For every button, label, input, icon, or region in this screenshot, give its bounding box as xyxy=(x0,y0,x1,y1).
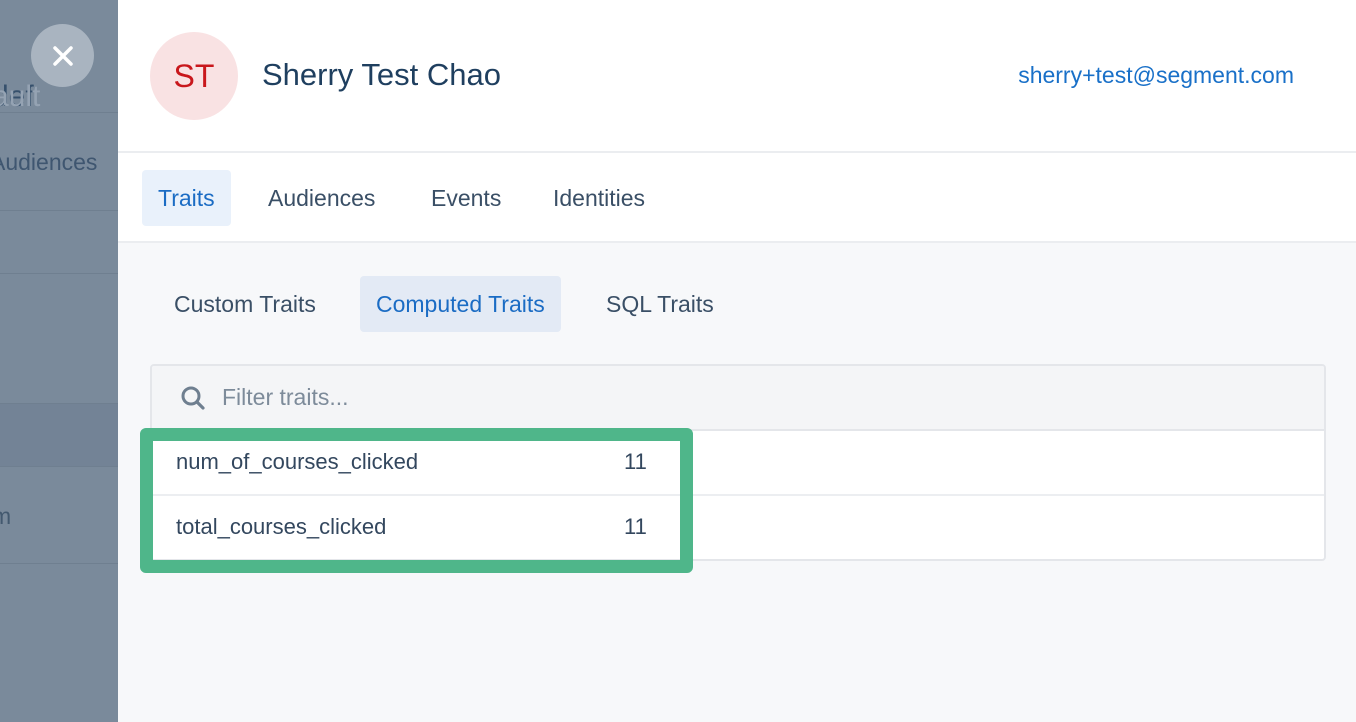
tab-traits[interactable]: Traits xyxy=(142,170,231,226)
traits-table: num_of_courses_clicked 11 total_courses_… xyxy=(150,364,1326,561)
profile-header: ST Sherry Test Chao sherry+test@segment.… xyxy=(118,0,1356,153)
background-row xyxy=(0,211,118,274)
trait-name: num_of_courses_clicked xyxy=(176,449,419,474)
trait-row: total_courses_clicked 11 xyxy=(152,496,1324,559)
background-row xyxy=(0,404,118,467)
avatar: ST xyxy=(150,32,238,120)
background-audiences-label: Audiences xyxy=(0,149,98,175)
background-row-label: m xyxy=(0,503,12,529)
background-page-overlay: def ault Audiences m xyxy=(0,0,118,722)
close-icon xyxy=(52,45,73,66)
trait-name: total_courses_clicked xyxy=(176,514,387,539)
tab-identities[interactable]: Identities xyxy=(537,170,661,226)
profile-tabs: Traits Audiences Events Identities xyxy=(118,153,1356,243)
close-button[interactable] xyxy=(31,24,94,87)
trait-value: 11 xyxy=(624,449,647,474)
tab-events[interactable]: Events xyxy=(415,170,517,226)
background-row: m xyxy=(0,467,118,564)
background-row xyxy=(0,274,118,404)
avatar-initials: ST xyxy=(173,57,215,94)
subtab-sql-traits[interactable]: SQL Traits xyxy=(590,276,730,332)
subtab-custom-traits[interactable]: Custom Traits xyxy=(158,276,332,332)
profile-email-link[interactable]: sherry+test@segment.com xyxy=(1018,62,1294,89)
background-audiences-row: Audiences xyxy=(0,113,118,211)
profile-panel: ST Sherry Test Chao sherry+test@segment.… xyxy=(118,0,1356,722)
tab-audiences[interactable]: Audiences xyxy=(252,170,391,226)
filter-bar xyxy=(152,366,1324,431)
profile-name: Sherry Test Chao xyxy=(262,57,501,92)
search-icon xyxy=(181,386,205,410)
subtab-computed-traits[interactable]: Computed Traits xyxy=(360,276,561,332)
filter-traits-input[interactable] xyxy=(222,384,1022,411)
trait-row: num_of_courses_clicked 11 xyxy=(152,431,1324,496)
trait-value: 11 xyxy=(624,514,647,539)
